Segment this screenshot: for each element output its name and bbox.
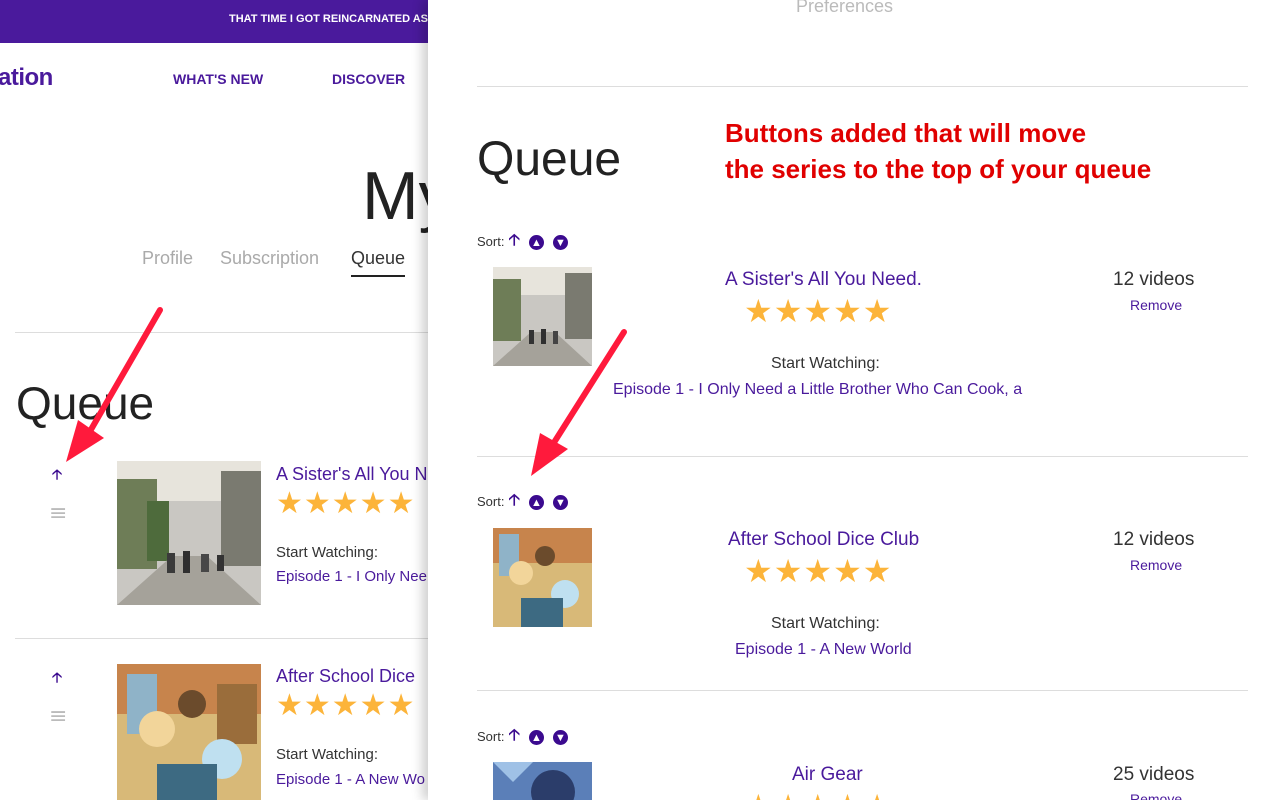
move-to-top-up-arrow-icon[interactable]: 🡡 [52,464,62,488]
star-rating[interactable]: ★★★★★ [276,688,415,723]
background-page: THAT TIME I GOT REINCARNATED AS A ation … [0,0,428,800]
episode-link[interactable]: Episode 1 - I Only Need a Little Brother… [613,381,1022,399]
foreground-page: Preferences Queue Buttons added that wil… [428,0,1280,800]
series-thumbnail[interactable] [493,528,592,627]
sort-label: Sort: [477,233,505,249]
sort-label: Sort: [477,493,505,509]
remove-link[interactable]: Remove [1130,791,1182,800]
circle-up-icon[interactable]: ▲ [528,235,544,250]
episode-link[interactable]: Episode 1 - I Only Nee [276,568,427,585]
tab-subscription[interactable]: Subscription [220,248,319,269]
remove-link[interactable]: Remove [1130,557,1182,573]
circle-down-icon[interactable]: ▼ [552,730,568,745]
sort-controls: Sort: 🡡 ▲ ▼ [477,489,568,516]
series-title-link[interactable]: Air Gear [792,764,863,786]
series-thumbnail[interactable] [117,664,261,800]
remove-link[interactable]: Remove [1130,297,1182,313]
divider [15,332,428,333]
star-rating[interactable]: ★★★★★ [744,552,892,590]
move-to-top-up-arrow-icon[interactable]: 🡡 [508,724,520,751]
move-to-top-up-arrow-icon[interactable]: 🡡 [508,489,520,516]
circle-up-icon[interactable]: ▲ [528,730,544,745]
series-thumbnail[interactable] [493,267,592,366]
drag-handle-icon[interactable]: ≡ [49,503,67,525]
nav-discover[interactable]: DISCOVER [332,71,405,87]
series-thumbnail[interactable] [117,461,261,605]
series-title-link[interactable]: A Sister's All You N [276,464,428,485]
star-rating[interactable]: ★★★★★ [744,787,892,800]
divider [477,456,1248,457]
queue-heading: Queue [16,377,155,429]
sort-controls: Sort: 🡡 ▲ ▼ [477,724,568,751]
series-title-link[interactable]: After School Dice Club [728,529,919,551]
tab-queue[interactable]: Queue [351,248,406,277]
divider [477,86,1248,87]
circle-down-icon[interactable]: ▼ [552,235,568,250]
tab-profile[interactable]: Profile [142,248,193,269]
page-title: My [362,158,428,234]
sort-controls: Sort: 🡡 ▲ ▼ [477,229,568,256]
episode-link[interactable]: Episode 1 - A New Wo [276,771,425,788]
circle-up-icon[interactable]: ▲ [528,495,544,510]
divider [477,690,1248,691]
start-watching-label: Start Watching: [771,355,880,372]
star-rating[interactable]: ★★★★★ [276,486,415,521]
star-rating[interactable]: ★★★★★ [744,292,892,330]
sort-label: Sort: [477,728,505,744]
series-title-link[interactable]: After School Dice [276,666,415,687]
site-logo[interactable]: ation [0,64,53,92]
circle-down-icon[interactable]: ▼ [552,495,568,510]
video-count: 25 videos [1113,764,1195,785]
promo-banner-text[interactable]: THAT TIME I GOT REINCARNATED AS A [229,13,428,25]
annotation-line-2: the series to the top of your queue [725,154,1152,184]
video-count: 12 videos [1113,529,1195,550]
series-title-link[interactable]: A Sister's All You Need. [725,269,922,291]
move-to-top-up-arrow-icon[interactable]: 🡡 [508,229,520,256]
start-watching-label: Start Watching: [276,544,378,561]
queue-heading: Queue [477,133,622,186]
annotation-line-1: Buttons added that will move [725,118,1087,148]
video-count: 12 videos [1113,269,1195,290]
drag-handle-icon[interactable]: ≡ [49,706,67,728]
nav-whats-new[interactable]: WHAT'S NEW [173,71,263,87]
move-to-top-up-arrow-icon[interactable]: 🡡 [52,667,62,691]
divider [15,638,428,639]
start-watching-label: Start Watching: [276,746,378,763]
episode-link[interactable]: Episode 1 - A New World [735,641,912,659]
tab-preferences[interactable]: Preferences [796,0,893,17]
series-thumbnail[interactable] [493,762,592,800]
start-watching-label: Start Watching: [771,615,880,632]
